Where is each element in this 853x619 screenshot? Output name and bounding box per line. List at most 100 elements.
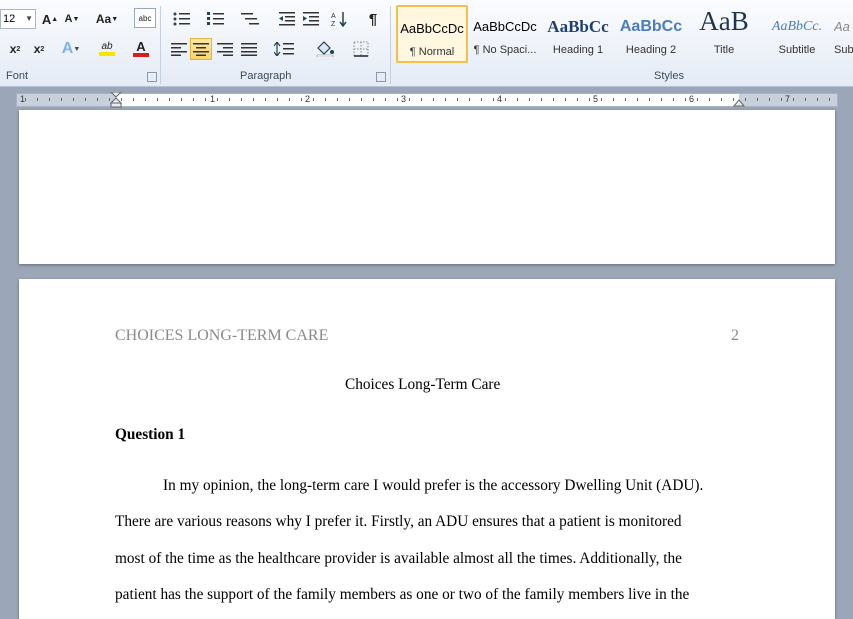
- paragraph-line: patient has the support of the family me…: [115, 586, 690, 603]
- indent-marker-icon[interactable]: [110, 92, 122, 108]
- ruler-tick: [793, 98, 794, 101]
- ruler-tick: [397, 98, 398, 101]
- style-preview: Aa: [834, 19, 850, 34]
- styles-group-label: Styles: [654, 70, 684, 82]
- ruler-tick: [805, 98, 806, 101]
- style-normal[interactable]: AaBbCcDc ¶ Normal: [396, 5, 468, 63]
- font-size-input[interactable]: 12 ▼: [0, 9, 36, 29]
- ruler-tick: [337, 98, 338, 101]
- highlight-icon: ab: [101, 41, 113, 52]
- ruler-number: 5: [593, 94, 599, 104]
- bullets-button[interactable]: [168, 8, 196, 30]
- right-indent-marker-icon[interactable]: [733, 97, 745, 107]
- ruler-tick: [205, 98, 206, 101]
- borders-button[interactable]: [346, 38, 376, 60]
- paint-bucket-icon: [316, 41, 334, 57]
- increase-indent-button[interactable]: [300, 8, 322, 30]
- ruler-tick: [421, 98, 422, 101]
- style-heading-1[interactable]: AaBbCc Heading 1: [542, 5, 614, 63]
- ruler-tick: [241, 98, 242, 101]
- superscript-button[interactable]: x2: [28, 38, 50, 60]
- highlight-button[interactable]: ab: [90, 38, 124, 60]
- font-color-button[interactable]: A: [126, 38, 156, 60]
- ruler-tick: [517, 98, 518, 101]
- horizontal-ruler[interactable]: 1 1 2 3 4 5 6 7: [16, 92, 838, 108]
- page-1-bottom[interactable]: [19, 110, 835, 264]
- ruler-tick: [529, 98, 530, 101]
- ruler-tick: [757, 98, 758, 101]
- style-subtle-emphasis[interactable]: Aa Sub: [834, 5, 853, 63]
- font-color-icon: A: [136, 39, 146, 54]
- ruler-tick: [193, 98, 194, 101]
- style-no-spacing[interactable]: AaBbCcDc ¶ No Spaci...: [469, 5, 541, 63]
- style-preview: AaB: [699, 6, 749, 36]
- font-color-swatch: [133, 53, 149, 57]
- ruler-number: 3: [401, 94, 407, 104]
- style-name: Heading 2: [625, 44, 677, 56]
- ruler-tick: [649, 98, 650, 101]
- font-group-label: Font: [6, 70, 29, 82]
- ruler-tick: [541, 98, 542, 101]
- ruler-tick: [265, 98, 266, 101]
- change-case-icon: Aa: [95, 12, 112, 26]
- change-case-button[interactable]: Aa ▼: [92, 8, 122, 30]
- style-name: Sub: [834, 44, 853, 56]
- ruler-tick: [553, 98, 554, 101]
- ruler-tick: [37, 98, 38, 101]
- align-center-button[interactable]: [190, 38, 212, 60]
- style-title[interactable]: AaB Title: [688, 5, 760, 63]
- ruler-tick: [637, 98, 638, 101]
- chevron-down-icon[interactable]: ▼: [25, 10, 33, 28]
- borders-icon: [353, 41, 369, 57]
- shrink-font-button[interactable]: A ▼: [62, 8, 82, 30]
- ruler-tick: [673, 98, 674, 101]
- ruler-tick: [289, 98, 290, 101]
- page-header-text: CHOICES LONG-TERM CARE: [115, 327, 329, 344]
- page-2[interactable]: CHOICES LONG-TERM CARE 2: [19, 279, 835, 619]
- question-heading: Question 1: [115, 426, 186, 443]
- ruler-tick: [469, 98, 470, 101]
- paragraph-dialog-launcher-icon[interactable]: [376, 72, 386, 82]
- numbering-button[interactable]: [202, 8, 232, 30]
- ruler-tick: [745, 98, 746, 101]
- subscript-button[interactable]: x2: [4, 38, 26, 60]
- align-left-button[interactable]: [168, 38, 190, 60]
- style-preview: AaBbCcDc: [473, 19, 537, 34]
- ruler-tick: [709, 98, 710, 101]
- clear-formatting-button[interactable]: abc: [134, 8, 156, 28]
- style-subtitle[interactable]: AaBbCc. Subtitle: [761, 5, 833, 63]
- style-name: Heading 1: [552, 44, 604, 56]
- svg-text:A: A: [331, 13, 336, 20]
- ruler-number: 6: [689, 94, 695, 104]
- ruler-tick: [301, 98, 302, 101]
- decrease-indent-button[interactable]: [276, 8, 298, 30]
- decrease-indent-icon: [279, 12, 295, 26]
- font-size-value: 12: [3, 13, 16, 25]
- ruler-tick: [817, 98, 818, 101]
- clear-format-icon: abc: [138, 13, 152, 23]
- ruler-tick: [49, 98, 50, 101]
- ruler-tick: [229, 98, 230, 101]
- justify-button[interactable]: [238, 38, 260, 60]
- show-formatting-marks-button[interactable]: ¶: [362, 8, 384, 30]
- ruler-tick: [589, 98, 590, 101]
- ruler-tick: [565, 98, 566, 101]
- line-spacing-button[interactable]: [270, 38, 300, 60]
- ruler-number: 2: [305, 94, 311, 104]
- align-center-icon: [193, 42, 209, 56]
- multilevel-list-button[interactable]: [236, 8, 266, 30]
- ruler-tick: [157, 98, 158, 101]
- font-dialog-launcher-icon[interactable]: [147, 72, 157, 82]
- ruler-tick: [433, 98, 434, 101]
- ruler-tick: [601, 98, 602, 101]
- numbered-list-icon: [207, 12, 224, 25]
- superscript-icon: x: [33, 42, 41, 56]
- shading-button[interactable]: [310, 38, 342, 60]
- style-heading-2[interactable]: AaBbCc Heading 2: [615, 5, 687, 63]
- grow-font-button[interactable]: A ▲: [40, 8, 60, 30]
- sort-az-icon: AZ: [331, 12, 347, 27]
- ruler-tick: [493, 98, 494, 101]
- text-effects-button[interactable]: A ▼: [58, 38, 84, 60]
- align-right-button[interactable]: [214, 38, 236, 60]
- sort-button[interactable]: AZ: [328, 8, 350, 30]
